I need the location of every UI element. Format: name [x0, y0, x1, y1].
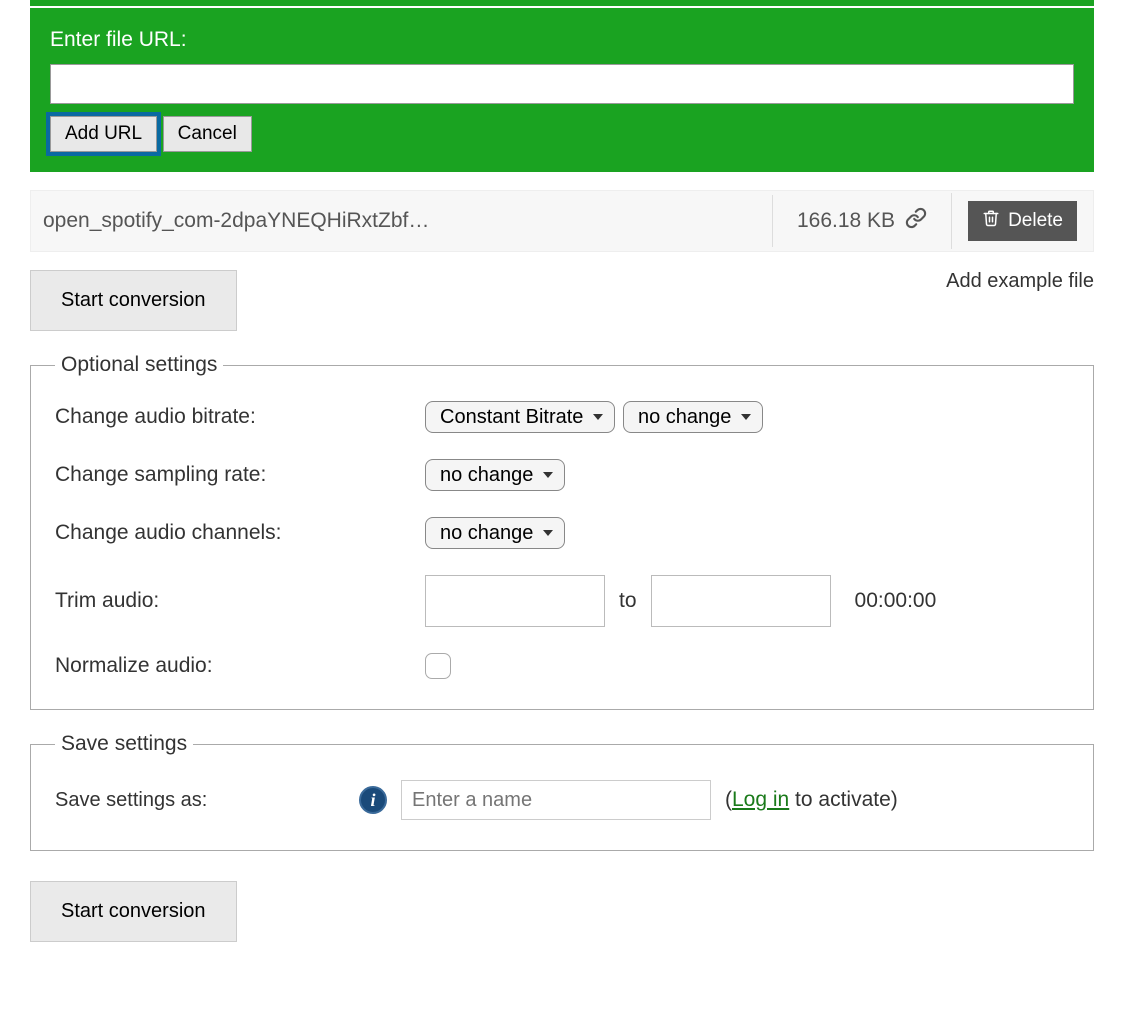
trim-duration-text: 00:00:00 [855, 589, 937, 613]
save-as-label: Save settings as: [55, 789, 345, 812]
url-entry-panel: Enter file URL: Add URL Cancel [30, 8, 1094, 172]
normalize-checkbox[interactable] [425, 653, 451, 679]
file-name: open_spotify_com-2dpaYNEQHiRxtZbf… [31, 195, 773, 247]
file-row: open_spotify_com-2dpaYNEQHiRxtZbf… 166.1… [30, 190, 1094, 252]
sampling-select[interactable]: no change [425, 459, 565, 491]
file-size-cell: 166.18 KB [773, 193, 952, 249]
bitrate-value-select[interactable]: no change [623, 401, 763, 433]
url-input-label: Enter file URL: [50, 28, 1074, 52]
trim-label: Trim audio: [55, 589, 425, 613]
delete-button[interactable]: Delete [968, 201, 1077, 241]
normalize-label: Normalize audio: [55, 654, 425, 678]
login-link[interactable]: Log in [732, 788, 789, 811]
channels-label: Change audio channels: [55, 521, 425, 545]
add-example-file-link[interactable]: Add example file [946, 270, 1094, 293]
sampling-label: Change sampling rate: [55, 463, 425, 487]
add-url-button[interactable]: Add URL [50, 116, 157, 152]
trim-start-input[interactable] [425, 575, 605, 627]
optional-settings-fieldset: Optional settings Change audio bitrate: … [30, 353, 1094, 710]
trash-icon [982, 209, 1000, 233]
info-icon[interactable]: i [359, 786, 387, 814]
start-conversion-button-bottom[interactable]: Start conversion [30, 881, 237, 942]
top-accent-bar [30, 0, 1094, 6]
trim-end-input[interactable] [651, 575, 831, 627]
save-settings-fieldset: Save settings Save settings as: i (Log i… [30, 732, 1094, 851]
optional-settings-legend: Optional settings [55, 353, 223, 377]
delete-button-label: Delete [1008, 210, 1063, 232]
channels-select[interactable]: no change [425, 517, 565, 549]
bitrate-label: Change audio bitrate: [55, 405, 425, 429]
save-settings-legend: Save settings [55, 732, 193, 756]
start-conversion-button-top[interactable]: Start conversion [30, 270, 237, 331]
settings-name-input[interactable] [401, 780, 711, 820]
file-size-text: 166.18 KB [797, 209, 895, 233]
login-note: (Log in to activate) [725, 788, 898, 812]
trim-to-text: to [619, 589, 637, 613]
link-icon [905, 207, 927, 235]
url-input[interactable] [50, 64, 1074, 104]
cancel-button[interactable]: Cancel [163, 116, 252, 152]
bitrate-mode-select[interactable]: Constant Bitrate [425, 401, 615, 433]
